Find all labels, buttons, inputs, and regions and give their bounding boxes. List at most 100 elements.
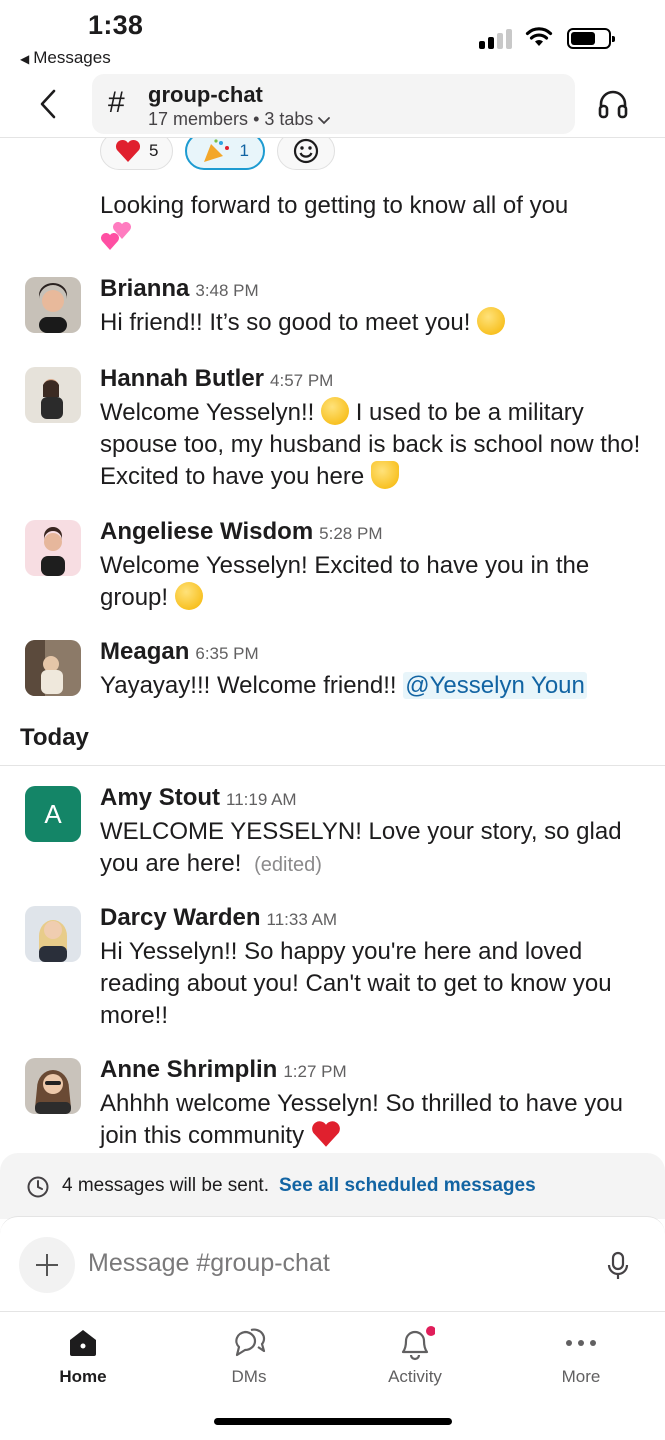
tab-dms[interactable]: DMs	[166, 1312, 332, 1402]
message-body: Welcome Yesselyn! Excited to have you in…	[100, 550, 645, 614]
avatar[interactable]	[25, 906, 81, 962]
message-text: Welcome Yesselyn! Excited to have you in…	[100, 552, 590, 611]
reaction-count: 5	[149, 141, 159, 160]
message-timestamp: 5:28 PM	[319, 524, 383, 543]
red-heart-emoji-icon	[311, 1121, 340, 1147]
message-input[interactable]	[88, 1249, 548, 1278]
continued-message-text: Looking forward to getting to know all o…	[100, 190, 640, 257]
huddle-headphones-icon[interactable]	[597, 88, 629, 120]
back-triangle-icon: ◀	[20, 52, 30, 66]
user-mention[interactable]: @Yesselyn Youn	[403, 672, 587, 699]
sender-name[interactable]: Darcy Warden	[100, 904, 261, 931]
add-reaction-button[interactable]	[276, 138, 335, 170]
message-header: Amy Stout 11:19 AM	[100, 784, 297, 812]
sender-name[interactable]: Angeliese Wisdom	[100, 518, 313, 545]
chevron-down-icon	[318, 117, 331, 125]
message-feed[interactable]: 5 1 Looking forward to getting to know a…	[0, 138, 665, 1153]
sender-name[interactable]: Brianna	[100, 275, 189, 302]
reaction-heart[interactable]: 5	[100, 138, 174, 170]
message-body: WELCOME YESSELYN! Love your story, so gl…	[100, 816, 645, 881]
message-text: Hi friend!! It’s so good to meet you!	[100, 309, 471, 336]
microphone-icon[interactable]	[606, 1251, 630, 1281]
message-body: Yayayay!!! Welcome friend!! @Yesselyn Yo…	[100, 670, 645, 702]
two-hearts-emoji-icon	[101, 222, 131, 250]
message-timestamp: 4:57 PM	[270, 371, 334, 390]
message-timestamp: 1:27 PM	[283, 1062, 347, 1081]
edited-label: (edited)	[254, 854, 322, 876]
avatar-initial: A	[44, 798, 62, 829]
tab-count: 3 tabs	[264, 109, 314, 129]
battery-icon	[567, 28, 615, 49]
back-app-label: Messages	[33, 48, 111, 67]
tab-activity[interactable]: Activity	[332, 1312, 498, 1402]
tab-more[interactable]: More	[498, 1312, 664, 1402]
partying-face-emoji	[321, 397, 350, 425]
sender-name[interactable]: Hannah Butler	[100, 365, 264, 392]
reaction-party-popper[interactable]: 1	[185, 138, 265, 170]
day-divider: Today	[0, 720, 665, 766]
notification-dot	[426, 1326, 435, 1336]
heart-emoji-icon	[115, 139, 141, 162]
cellular-signal-icon	[479, 29, 515, 49]
back-chevron-icon[interactable]	[34, 86, 64, 122]
tab-label: More	[561, 1367, 601, 1386]
day-divider-label: Today	[20, 724, 89, 751]
status-bar: 1:38 ◀ Messages	[0, 0, 665, 72]
avatar[interactable]	[25, 277, 81, 333]
message-header: Angeliese Wisdom 5:28 PM	[100, 518, 382, 546]
channel-header: # group-chat 17 members • 3 tabs	[0, 72, 665, 138]
message-body: Welcome Yesselyn!! I used to be a milita…	[100, 397, 645, 493]
avatar[interactable]	[25, 367, 81, 423]
message-header: Brianna 3:48 PM	[100, 275, 259, 303]
tab-label: DMs	[231, 1367, 267, 1386]
reaction-count: 1	[239, 141, 249, 160]
message-text: Welcome Yesselyn!!	[100, 399, 315, 426]
sender-name[interactable]: Anne Shrimplin	[100, 1056, 277, 1083]
message-text: Ahhhh welcome Yesselyn! So thrilled to h…	[100, 1090, 623, 1149]
channel-meta: 17 members • 3 tabs	[148, 109, 331, 130]
add-attachment-button[interactable]	[19, 1237, 75, 1293]
see-scheduled-link[interactable]: See all scheduled messages	[279, 1175, 536, 1197]
message-text: Hi Yesselyn!! So happy you're here and l…	[100, 938, 612, 1029]
heart-hands-emoji	[370, 461, 399, 489]
message-text: Yayayay!!! Welcome friend!!	[100, 672, 397, 699]
star-struck-emoji	[174, 582, 203, 610]
message-timestamp: 11:19 AM	[226, 790, 297, 809]
smiling-face-with-hearts-emoji	[477, 307, 506, 335]
avatar[interactable]	[25, 1058, 81, 1114]
home-icon	[70, 1330, 96, 1356]
message-header: Darcy Warden 11:33 AM	[100, 904, 337, 932]
wifi-icon	[525, 27, 553, 46]
back-to-app-link[interactable]: ◀ Messages	[20, 48, 111, 68]
message-timestamp: 6:35 PM	[195, 644, 259, 663]
add-reaction-icon	[293, 138, 319, 164]
message-timestamp: 11:33 AM	[266, 910, 338, 929]
sender-name[interactable]: Meagan	[100, 638, 189, 665]
sender-name[interactable]: Amy Stout	[100, 784, 220, 811]
meta-separator: •	[253, 109, 260, 129]
message-header: Hannah Butler 4:57 PM	[100, 365, 333, 393]
channel-info-button[interactable]: # group-chat 17 members • 3 tabs	[92, 74, 575, 134]
message-header: Anne Shrimplin 1:27 PM	[100, 1056, 347, 1084]
channel-name: group-chat	[148, 82, 263, 107]
party-popper-emoji-icon	[204, 139, 230, 162]
message-text: Looking forward to getting to know all o…	[100, 192, 569, 219]
tab-label: Home	[59, 1367, 107, 1386]
home-indicator	[214, 1418, 452, 1425]
tab-home[interactable]: Home	[0, 1312, 166, 1402]
scheduled-clock-icon	[27, 1176, 49, 1198]
member-count: 17 members	[148, 109, 249, 129]
avatar[interactable]: A	[25, 786, 81, 842]
message-body: Hi friend!! It’s so good to meet you!	[100, 307, 645, 339]
scheduled-count-text: 4 messages will be sent.	[62, 1175, 269, 1196]
more-icon	[566, 1340, 596, 1346]
clock-time: 1:38	[88, 10, 144, 40]
avatar[interactable]	[25, 520, 81, 576]
scheduled-messages-banner: 4 messages will be sent. See all schedul…	[0, 1153, 665, 1219]
message-header: Meagan 6:35 PM	[100, 638, 259, 666]
bell-icon	[401, 1326, 435, 1361]
avatar[interactable]	[25, 640, 81, 696]
message-text: WELCOME YESSELYN! Love your story, so gl…	[100, 818, 622, 877]
dms-icon	[235, 1328, 266, 1357]
message-timestamp: 3:48 PM	[195, 281, 259, 300]
